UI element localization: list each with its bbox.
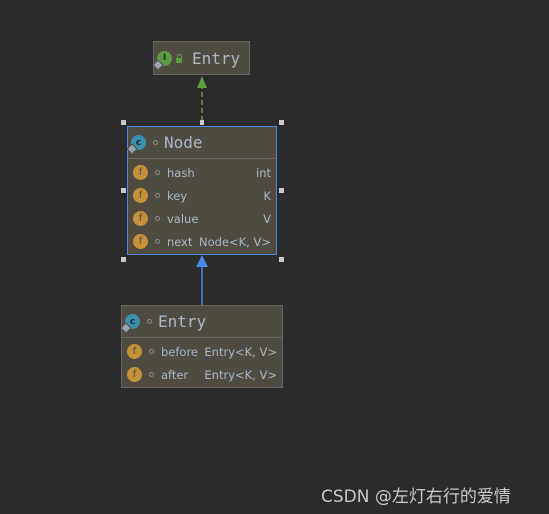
field-row[interactable]: f key K: [128, 184, 276, 207]
entry-interface-node[interactable]: I Entry: [152, 41, 250, 75]
field-row[interactable]: f value V: [128, 207, 276, 230]
interface-icon: I: [152, 50, 172, 71]
entry-class-node[interactable]: c Entry f before Entry<K, V> f after Ent…: [120, 305, 283, 388]
field-name: value: [167, 211, 199, 226]
field-type: Entry<K, V>: [204, 344, 277, 359]
package-visibility-icon: [147, 319, 152, 324]
field-icon: f: [133, 234, 148, 249]
package-visibility-icon: [155, 170, 160, 175]
extends-edge[interactable]: [196, 255, 208, 305]
field-row[interactable]: f hash int: [128, 161, 276, 184]
package-visibility-icon: [155, 239, 160, 244]
package-visibility-icon: [155, 216, 160, 221]
field-type: Entry<K, V>: [204, 367, 277, 382]
field-row[interactable]: f next Node<K, V>: [128, 230, 276, 253]
field-icon: f: [127, 344, 142, 359]
extends-arrowhead: [196, 255, 208, 267]
resize-handle-bottom-left[interactable]: [121, 257, 126, 262]
package-visibility-icon: [153, 140, 158, 145]
field-row[interactable]: f after Entry<K, V>: [122, 363, 282, 386]
class-icon: c: [126, 135, 146, 155]
field-name: before: [161, 344, 199, 359]
edges-layer: [196, 76, 208, 305]
field-name: after: [161, 367, 189, 382]
field-icon: f: [133, 165, 148, 180]
field-type: int: [256, 165, 271, 180]
field-icon: f: [133, 188, 148, 203]
resize-handle-top[interactable]: [200, 120, 204, 125]
resize-handle-bottom-right[interactable]: [279, 257, 284, 262]
package-visibility-icon: [149, 349, 154, 354]
node-class-header: c Node: [126, 127, 276, 159]
field-list: f before Entry<K, V> f after Entry<K, V>: [122, 338, 282, 386]
field-name: next: [167, 234, 193, 249]
entry-interface-header: I Entry: [152, 42, 249, 74]
field-name: key: [167, 188, 188, 203]
field-row[interactable]: f before Entry<K, V>: [122, 340, 282, 363]
watermark: CSDN @左灯右行的爱情: [321, 487, 511, 507]
field-name: hash: [167, 165, 195, 180]
node-title: Entry: [192, 48, 241, 68]
lock-icon: [176, 53, 182, 63]
resize-handle-top-left[interactable]: [121, 120, 126, 125]
resize-handle-top-right[interactable]: [279, 120, 284, 125]
field-type: Node<K, V>: [198, 234, 271, 249]
node-title: Entry: [158, 312, 207, 331]
field-type: V: [263, 211, 271, 226]
field-icon: f: [133, 211, 148, 226]
field-icon: f: [127, 367, 142, 382]
field-type: K: [263, 188, 271, 203]
resize-handle-right[interactable]: [279, 188, 284, 193]
package-visibility-icon: [155, 193, 160, 198]
resize-handle-left[interactable]: [121, 188, 126, 193]
node-title: Node: [164, 133, 203, 152]
class-icon: c: [120, 314, 140, 334]
field-list: f hash int f key K f value V f next Node…: [128, 159, 276, 253]
implements-arrowhead: [197, 76, 207, 88]
package-visibility-icon: [149, 372, 154, 377]
implements-edge[interactable]: [197, 76, 207, 121]
entry-class-header: c Entry: [120, 306, 282, 338]
node-class-node[interactable]: c Node f hash int f key K f value V f ne…: [126, 126, 277, 255]
